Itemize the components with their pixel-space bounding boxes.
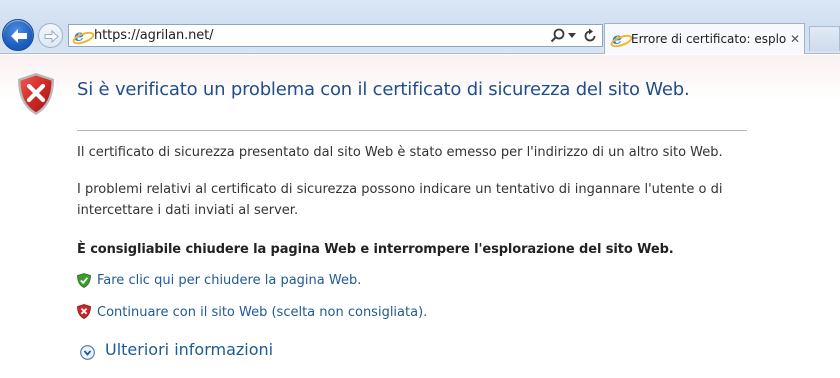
more-info-link[interactable]: Ulteriori informazioni: [105, 340, 273, 359]
internet-explorer-icon: e: [612, 31, 628, 47]
shield-error-icon: [18, 73, 54, 115]
close-page-link[interactable]: Fare clic qui per chiudere la pagina Web…: [97, 273, 361, 288]
url-text[interactable]: https://agrilan.net/: [94, 28, 214, 43]
tab-title: Errore di certificato: esplora...: [631, 32, 786, 46]
tab-certificate-error[interactable]: e Errore di certificato: esplora... ✕: [604, 23, 805, 54]
divider: [77, 130, 747, 131]
shield-check-icon: [77, 273, 91, 288]
continue-to-site-link[interactable]: Continuare con il sito Web (scelta non c…: [97, 305, 427, 320]
close-icon[interactable]: ✕: [790, 32, 800, 46]
chevron-down-icon[interactable]: [80, 345, 95, 360]
forward-arrow-icon: [44, 29, 59, 44]
chevron-down-icon[interactable]: [568, 33, 576, 39]
back-button[interactable]: [2, 19, 34, 51]
certificate-error-page: Si è verificato un problema con il certi…: [0, 55, 840, 378]
page-title: Si è verificato un problema con il certi…: [77, 79, 690, 100]
recommendation-text: È consigliabile chiudere la pagina Web e…: [77, 242, 674, 257]
browser-toolbar: e https://agrilan.net/ e Errore di certi…: [0, 0, 840, 54]
address-bar[interactable]: e https://agrilan.net/: [68, 24, 603, 47]
back-arrow-icon: [11, 29, 27, 43]
shield-error-icon: [77, 304, 91, 319]
refresh-icon[interactable]: [581, 27, 599, 45]
internet-explorer-icon: e: [74, 28, 90, 44]
forward-button[interactable]: [38, 23, 63, 48]
certificate-mismatch-text: Il certificato di sicurezza presentato d…: [77, 145, 723, 160]
search-icon[interactable]: [549, 27, 567, 45]
new-tab-button[interactable]: [809, 26, 840, 51]
security-warning-text: I problemi relativi al certificato di si…: [77, 182, 723, 218]
